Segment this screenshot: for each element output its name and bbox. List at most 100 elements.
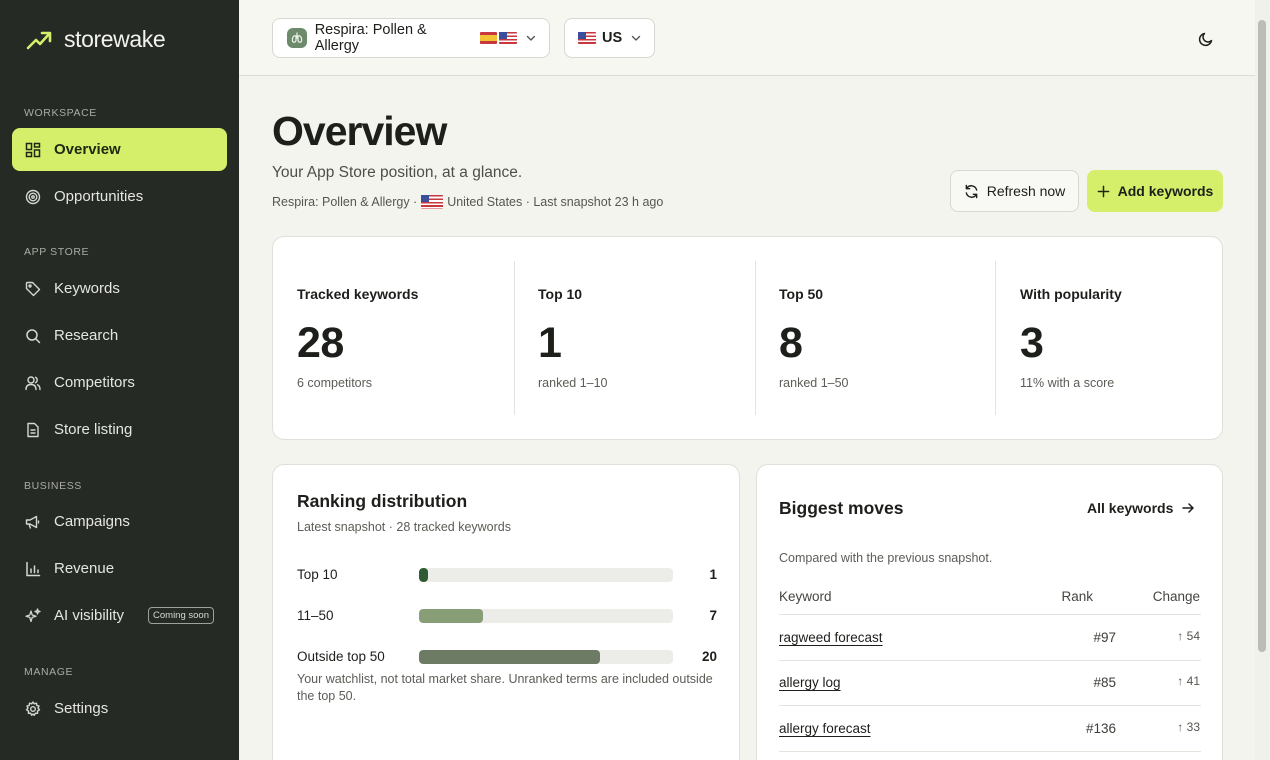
sidebar-item-keywords[interactable]: Keywords <box>12 267 227 310</box>
divider <box>779 751 1201 752</box>
keyword-link[interactable]: allergy log <box>779 675 841 690</box>
stat-value: 1 <box>538 319 562 367</box>
sidebar-item-revenue[interactable]: Revenue <box>12 547 227 590</box>
distribution-track <box>419 609 673 623</box>
card-title: Ranking distribution <box>297 491 468 511</box>
sidebar-item-label: Settings <box>54 700 109 717</box>
country-code: US <box>602 30 623 46</box>
rank-value: #97 <box>1093 630 1116 645</box>
column-header-rank: Rank <box>1061 589 1093 604</box>
distribution-count: 20 <box>701 649 717 664</box>
distribution-label: Outside top 50 <box>297 649 385 664</box>
sidebar-item-competitors[interactable]: Competitors <box>12 361 227 404</box>
sidebar-item-research[interactable]: Research <box>12 314 227 357</box>
change-number: 54 <box>1186 629 1200 643</box>
stat-with-popularity: With popularity 3 11% with a score <box>1020 261 1210 415</box>
stat-label: With popularity <box>1020 286 1122 302</box>
sidebar-item-store-listing[interactable]: Store listing <box>12 408 227 451</box>
trend-up-icon <box>26 31 52 49</box>
app-icon <box>287 28 307 48</box>
document-icon <box>27 422 39 437</box>
stat-label: Tracked keywords <box>297 286 419 302</box>
section-label-manage: MANAGE <box>24 666 74 678</box>
change-number: 33 <box>1186 720 1200 734</box>
tag-icon <box>25 281 41 296</box>
divider <box>779 660 1201 661</box>
distribution-label: 11–50 <box>297 608 334 623</box>
column-header-change: Change <box>1152 589 1200 604</box>
sidebar-item-ai-visibility[interactable]: AI visibility Coming soon <box>12 594 227 637</box>
distribution-bar <box>419 568 429 582</box>
card-subtitle: Latest snapshot · 28 tracked keywords <box>297 520 512 534</box>
all-keywords-link[interactable]: All keywords <box>1087 500 1195 516</box>
page-title: Overview <box>272 108 447 154</box>
brand-name: storewake <box>64 26 166 52</box>
sidebar-item-settings[interactable]: Settings <box>12 687 227 730</box>
card-subtitle: Compared with the previous snapshot. <box>779 551 993 565</box>
stat-top-10: Top 10 1 ranked 1–10 <box>538 261 738 415</box>
sidebar-item-opportunities[interactable]: Opportunities <box>12 175 227 218</box>
sidebar-item-label: Opportunities <box>54 188 144 205</box>
stat-value: 3 <box>1020 319 1044 367</box>
distribution-row: Outside top 50 20 <box>297 647 717 667</box>
arrow-up-icon: ↑ <box>1177 674 1187 688</box>
distribution-track <box>419 568 673 582</box>
app-name: Respira: Pollen & Allergy <box>314 22 427 54</box>
biggest-moves-card: Biggest moves All keywords Compared with… <box>756 464 1223 760</box>
distribution-row: Top 10 1 <box>297 565 717 585</box>
change-value: ↑ 54 <box>1177 629 1200 643</box>
all-keywords-label: All keywords <box>1087 500 1174 516</box>
stat-value: 28 <box>297 319 344 367</box>
distribution-footnote: Your watchlist, not total market share. … <box>297 672 713 703</box>
stat-value: 8 <box>779 319 803 367</box>
target-icon <box>25 189 41 204</box>
page-subtitle: Your App Store position, at a glance. <box>272 164 523 181</box>
keyword-link[interactable]: allergy forecast <box>779 721 871 736</box>
stat-label: Top 10 <box>538 286 583 302</box>
divider <box>779 705 1201 706</box>
gear-icon <box>25 700 41 716</box>
sparkles-icon <box>25 607 41 622</box>
scrollbar-thumb[interactable] <box>1258 20 1266 652</box>
ranking-distribution-card: Ranking distribution Latest snapshot · 2… <box>272 464 740 760</box>
stat-note: 6 competitors <box>297 376 373 390</box>
sidebar-item-label: Campaigns <box>54 513 130 530</box>
sidebar-item-label: Overview <box>54 141 121 158</box>
sidebar-item-label: Revenue <box>54 560 115 577</box>
distribution-bar <box>419 609 483 623</box>
card-title: Biggest moves <box>779 498 904 518</box>
sidebar-item-label: Store listing <box>54 421 133 438</box>
sidebar-item-label: Keywords <box>54 280 120 297</box>
section-label-business: BUSINESS <box>24 480 82 492</box>
sidebar-item-label: Competitors <box>54 374 135 391</box>
distribution-label: Top 10 <box>297 567 338 582</box>
theme-toggle-button[interactable] <box>1194 27 1218 51</box>
divider <box>755 261 756 415</box>
country-selector[interactable]: US <box>564 18 655 58</box>
divider <box>779 614 1201 615</box>
keyword-link[interactable]: ragweed forecast <box>779 630 883 645</box>
refresh-button[interactable]: Refresh now <box>950 170 1079 212</box>
refresh-button-label: Refresh now <box>986 183 1066 199</box>
section-label-app-store: APP STORE <box>24 246 90 258</box>
plus-icon <box>1097 185 1109 197</box>
stat-note: ranked 1–50 <box>779 376 849 390</box>
sidebar-item-campaigns[interactable]: Campaigns <box>12 500 227 543</box>
us-flag-icon <box>499 32 518 44</box>
refresh-icon <box>965 184 978 198</box>
add-keywords-button[interactable]: Add keywords <box>1087 170 1223 212</box>
app-selector[interactable]: Respira: Pollen & Allergy <box>272 18 550 58</box>
column-header-keyword: Keyword <box>779 589 832 604</box>
divider <box>995 261 996 415</box>
sidebar: storewake WORKSPACE Overview Opportuniti… <box>0 0 239 760</box>
stats-card: Tracked keywords 28 6 competitors Top 10… <box>272 236 1223 440</box>
lungs-icon <box>291 32 303 43</box>
sidebar-item-label: Research <box>54 327 119 344</box>
brand-logo[interactable]: storewake <box>26 26 166 53</box>
distribution-row: 11–50 7 <box>297 606 717 626</box>
stat-note: ranked 1–10 <box>538 376 608 390</box>
rank-value: #136 <box>1085 721 1116 736</box>
stat-label: Top 50 <box>779 286 824 302</box>
change-number: 41 <box>1186 674 1200 688</box>
sidebar-item-overview[interactable]: Overview <box>12 128 227 171</box>
